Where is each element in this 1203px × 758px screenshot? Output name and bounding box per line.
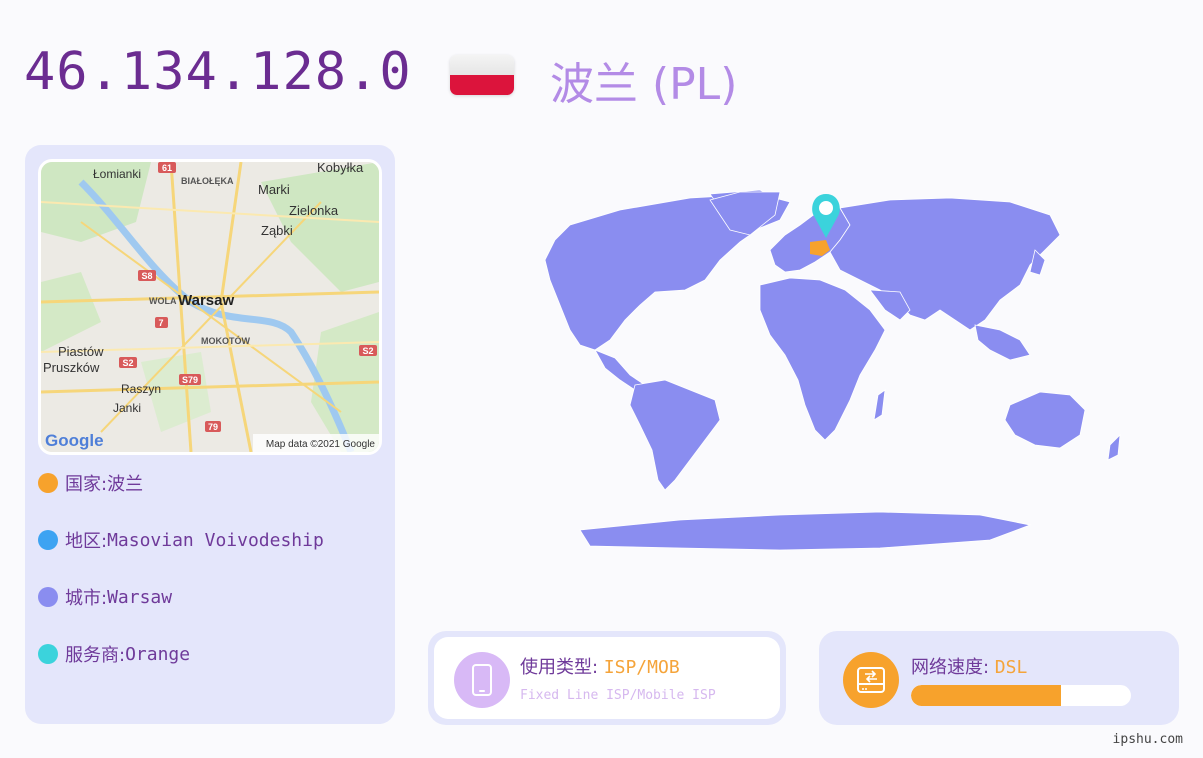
ip-address-title: 46.134.128.0	[24, 42, 412, 102]
map-label: Zielonka	[289, 203, 339, 218]
map-label: Piastów	[58, 344, 104, 359]
country-dot-icon	[38, 473, 58, 493]
watermark: ipshu.com	[1112, 732, 1183, 747]
road-badge: 7	[158, 318, 163, 328]
map-label: Łomianki	[93, 167, 141, 181]
map-label: Pruszków	[43, 360, 100, 375]
usage-type-label: 使用类型: ISP/MOB	[520, 657, 680, 678]
info-row-city: 城市: Warsaw	[38, 584, 172, 610]
info-value: 波兰	[107, 474, 144, 495]
road-badge: S79	[182, 375, 198, 385]
map-label: Marki	[258, 182, 290, 197]
location-info-panel: Łomianki BIAŁOŁĘKA Kobyłka Marki Zielonk…	[25, 145, 395, 724]
road-badge: 61	[162, 163, 172, 173]
road-badge: S2	[122, 358, 133, 368]
network-speed-value: DSL	[994, 657, 1028, 678]
map-attribution: Map data ©2021 Google	[266, 439, 376, 450]
world-landmass	[544, 189, 1121, 551]
map-label: WOLA	[149, 296, 177, 306]
usage-type-card: 使用类型: ISP/MOB Fixed Line ISP/Mobile ISP	[428, 631, 786, 725]
map-canvas: Łomianki BIAŁOŁĘKA Kobyłka Marki Zielonk…	[41, 162, 379, 452]
poland-flag-icon	[450, 55, 514, 95]
network-device-icon	[843, 652, 899, 708]
speed-progress-bar	[911, 685, 1131, 706]
map-label: Ząbki	[261, 223, 293, 238]
network-speed-card: 网络速度: DSL	[819, 631, 1179, 725]
map-label: MOKOTÓW	[201, 335, 250, 346]
map-label: Warsaw	[178, 292, 234, 309]
info-label: 地区:	[65, 531, 108, 552]
usage-type-subtext: Fixed Line ISP/Mobile ISP	[520, 688, 716, 703]
network-speed-label: 网络速度: DSL	[911, 657, 1028, 678]
isp-dot-icon	[38, 644, 58, 664]
info-row-country: 国家: 波兰	[38, 470, 143, 496]
info-value: Warsaw	[107, 586, 173, 608]
world-map	[544, 189, 1121, 551]
info-label: 服务商:	[65, 645, 126, 666]
mobile-phone-icon	[454, 652, 510, 708]
region-dot-icon	[38, 530, 58, 550]
city-dot-icon	[38, 587, 58, 607]
info-value: Orange	[125, 643, 191, 665]
road-badge: 79	[208, 422, 218, 432]
usage-type-value: ISP/MOB	[603, 657, 680, 678]
road-badge: S2	[362, 346, 373, 356]
map-label: Kobyłka	[317, 162, 364, 175]
map-label: Janki	[113, 401, 141, 415]
google-logo: Google	[45, 431, 104, 450]
road-badge: S8	[141, 271, 152, 281]
info-label: 国家:	[65, 474, 108, 495]
country-title: 波兰 (PL)	[550, 59, 738, 110]
map-thumbnail[interactable]: Łomianki BIAŁOŁĘKA Kobyłka Marki Zielonk…	[38, 159, 382, 455]
map-label: BIAŁOŁĘKA	[181, 176, 234, 186]
info-value: Masovian Voivodeship	[107, 529, 324, 551]
map-label: Raszyn	[121, 382, 161, 396]
info-row-region: 地区: Masovian Voivodeship	[38, 527, 324, 553]
info-label: 城市:	[65, 588, 108, 609]
info-row-isp: 服务商: Orange	[38, 641, 190, 667]
speed-progress-fill	[911, 685, 1061, 706]
